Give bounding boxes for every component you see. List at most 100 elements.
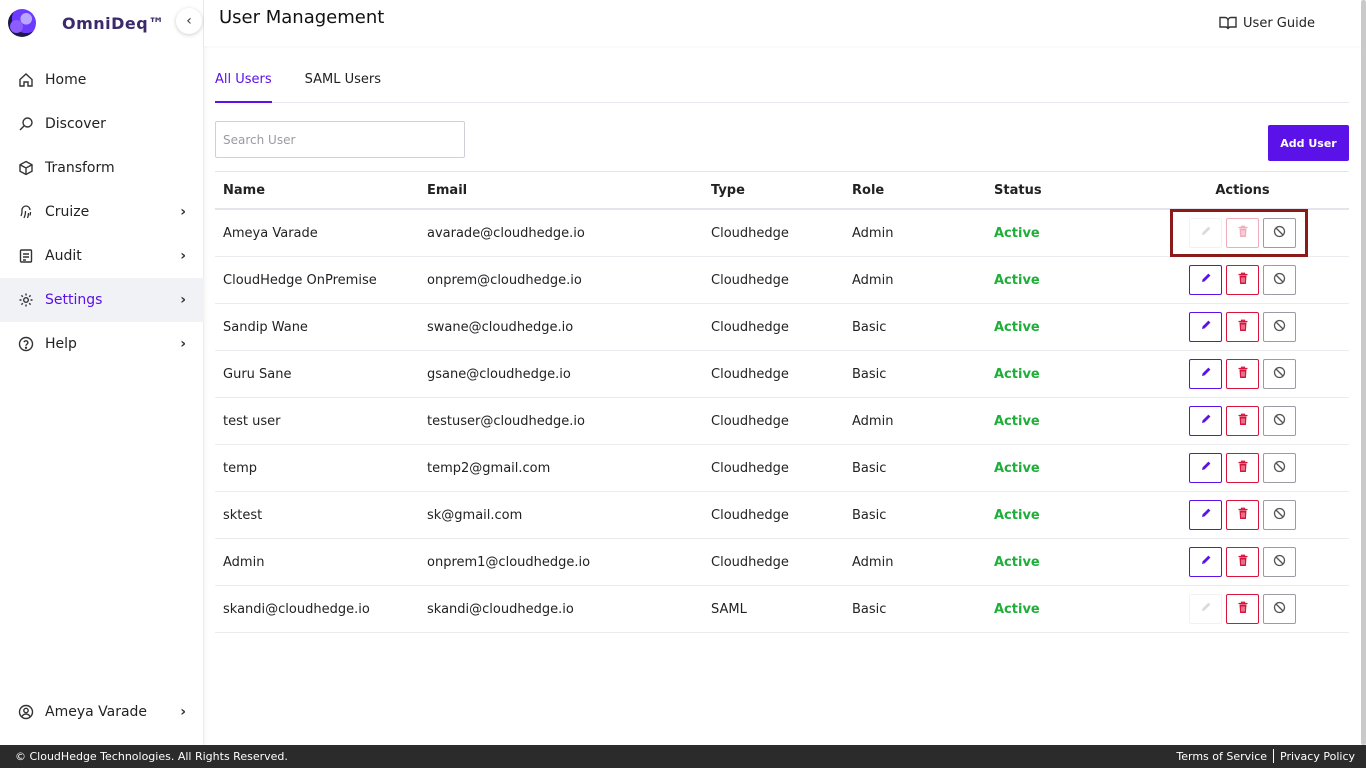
cell-name: Sandip Wane — [223, 319, 308, 335]
block-user-button[interactable] — [1263, 547, 1296, 577]
sidebar-item-audit[interactable]: Audit › — [0, 234, 204, 278]
delete-user-button[interactable] — [1226, 406, 1259, 436]
footer-divider — [1273, 749, 1275, 763]
tab-saml-users[interactable]: SAML Users — [305, 60, 381, 103]
page-header: User Management User Guide — [204, 0, 1361, 46]
block-user-button[interactable] — [1263, 500, 1296, 530]
delete-user-button[interactable] — [1226, 218, 1259, 248]
sidebar-user-menu[interactable]: Ameya Varade › — [0, 690, 204, 734]
add-user-button[interactable]: Add User — [1268, 125, 1349, 161]
block-icon — [1273, 601, 1286, 618]
sidebar-item-transform[interactable]: Transform — [0, 146, 204, 190]
cell-role: Basic — [852, 366, 887, 382]
cell-role: Admin — [852, 225, 894, 241]
chevron-right-icon: › — [180, 292, 186, 308]
cell-name: CloudHedge OnPremise — [223, 272, 377, 288]
scrollbar-thumb[interactable] — [1361, 0, 1366, 745]
edit-user-button[interactable] — [1189, 500, 1222, 530]
sidebar-item-home[interactable]: Home — [0, 58, 204, 102]
cell-role: Basic — [852, 460, 887, 476]
cell-type: Cloudhedge — [711, 460, 789, 476]
cell-name: Guru Sane — [223, 366, 292, 382]
trash-icon — [1237, 413, 1249, 430]
edit-user-button[interactable] — [1189, 359, 1222, 389]
pencil-icon — [1200, 413, 1212, 429]
block-user-button[interactable] — [1263, 265, 1296, 295]
cell-email: swane@cloudhedge.io — [427, 319, 574, 335]
privacy-policy-link[interactable]: Privacy Policy — [1280, 750, 1355, 763]
column-header-type: Type — [711, 182, 745, 198]
trash-icon — [1237, 319, 1249, 336]
chevron-right-icon: › — [180, 336, 186, 352]
block-user-button[interactable] — [1263, 359, 1296, 389]
page-scrollbar[interactable] — [1361, 0, 1366, 745]
block-user-button[interactable] — [1263, 594, 1296, 624]
table-row: test user testuser@cloudhedge.io Cloudhedg… — [215, 398, 1349, 445]
cell-role: Basic — [852, 507, 887, 523]
column-header-role: Role — [852, 182, 885, 198]
table-row: Guru Sane gsane@cloudhedge.io Cloudhedge Ba… — [215, 351, 1349, 398]
cell-status: Active — [994, 460, 1040, 476]
brand[interactable]: OmniDeq™ — [8, 8, 165, 38]
edit-user-button[interactable] — [1189, 312, 1222, 342]
tab-all-users[interactable]: All Users — [215, 60, 272, 103]
sidebar-item-label: Help — [45, 336, 77, 352]
edit-user-button[interactable] — [1189, 218, 1222, 248]
cell-role: Admin — [852, 554, 894, 570]
table-row: Sandip Wane swane@cloudhedge.io Cloudhedge… — [215, 304, 1349, 351]
cell-type: Cloudhedge — [711, 507, 789, 523]
block-icon — [1273, 554, 1286, 571]
sidebar-item-help[interactable]: Help › — [0, 322, 204, 366]
trash-icon — [1237, 272, 1249, 289]
table-row: CloudHedge OnPremise onprem@cloudhedge.io… — [215, 257, 1349, 304]
block-user-button[interactable] — [1263, 453, 1296, 483]
chevron-left-icon: ‹ — [186, 13, 192, 29]
cell-status: Active — [994, 554, 1040, 570]
terms-of-service-link[interactable]: Terms of Service — [1176, 750, 1267, 763]
sidebar-item-settings[interactable]: Settings › — [0, 278, 204, 322]
table-row: temp temp2@gmail.com Cloudhedge Basic Active — [215, 445, 1349, 492]
edit-user-button[interactable] — [1189, 265, 1222, 295]
cell-email: onprem1@cloudhedge.io — [427, 554, 591, 570]
table-row: sktest sk@gmail.com Cloudhedge Basic Active — [215, 492, 1349, 539]
sidebar-item-cruize[interactable]: Cruize › — [0, 190, 204, 234]
table-row: skandi@cloudhedge.io skandi@cloudhedge.io… — [215, 586, 1349, 633]
block-user-button[interactable] — [1263, 312, 1296, 342]
edit-user-button[interactable] — [1189, 594, 1222, 624]
help-icon — [17, 335, 35, 353]
delete-user-button[interactable] — [1226, 594, 1259, 624]
delete-user-button[interactable] — [1226, 265, 1259, 295]
delete-user-button[interactable] — [1226, 547, 1259, 577]
cell-type: Cloudhedge — [711, 413, 789, 429]
block-user-button[interactable] — [1263, 218, 1296, 248]
sidebar-item-discover[interactable]: Discover — [0, 102, 204, 146]
block-user-button[interactable] — [1263, 406, 1296, 436]
edit-user-button[interactable] — [1189, 406, 1222, 436]
block-icon — [1273, 366, 1286, 383]
delete-user-button[interactable] — [1226, 500, 1259, 530]
delete-user-button[interactable] — [1226, 453, 1259, 483]
table-body: Ameya Varade avarade@cloudhedge.io Cloudhe… — [215, 210, 1349, 633]
cell-email: temp2@gmail.com — [427, 460, 551, 476]
book-icon — [1219, 16, 1237, 30]
block-icon — [1273, 272, 1286, 289]
trash-icon — [1237, 507, 1249, 524]
search-user-input[interactable] — [215, 121, 465, 158]
page-title: User Management — [219, 7, 385, 28]
table-header: Name Email Type Role Status Actions — [215, 172, 1349, 210]
delete-user-button[interactable] — [1226, 312, 1259, 342]
delete-user-button[interactable] — [1226, 359, 1259, 389]
edit-user-button[interactable] — [1189, 453, 1222, 483]
footer-links: Terms of Service Privacy Policy — [1176, 749, 1355, 763]
cell-role: Admin — [852, 413, 894, 429]
user-guide-link[interactable]: User Guide — [1219, 15, 1315, 31]
column-header-email: Email — [427, 182, 468, 198]
cell-actions — [1136, 265, 1349, 295]
collapse-sidebar-button[interactable]: ‹ — [176, 8, 202, 34]
edit-user-button[interactable] — [1189, 547, 1222, 577]
cell-status: Active — [994, 413, 1040, 429]
user-guide-label: User Guide — [1243, 15, 1315, 31]
cell-actions — [1136, 594, 1349, 624]
omnideq-logo-icon — [8, 9, 36, 37]
column-header-status: Status — [994, 182, 1042, 198]
